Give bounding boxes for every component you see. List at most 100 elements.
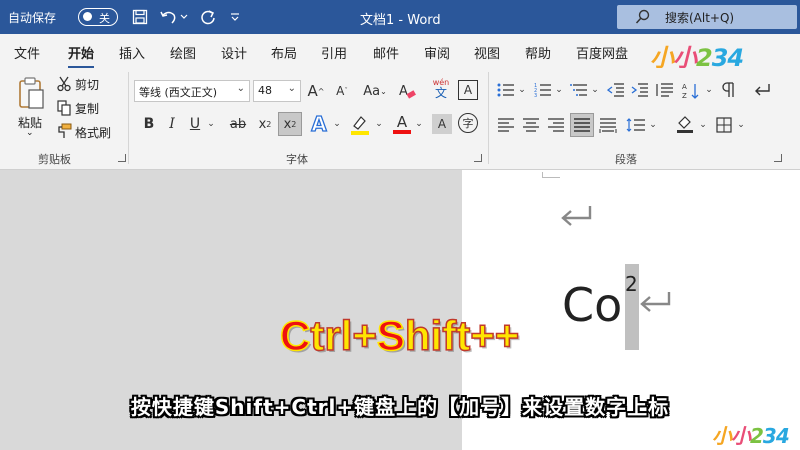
shortcut-part-1: C <box>279 311 311 360</box>
chinese-layout-icon[interactable] <box>654 80 676 100</box>
customize-toolbar-icon[interactable] <box>228 7 242 27</box>
shading-icon[interactable] <box>674 113 696 135</box>
multilevel-list-icon[interactable] <box>569 80 589 100</box>
underline-dropdown-icon[interactable]: ⌄ <box>206 114 216 134</box>
cut-label[interactable]: 剪切 <box>75 76 99 93</box>
line-break-icon[interactable] <box>752 80 774 100</box>
show-marks-icon[interactable] <box>718 80 740 100</box>
subscript-icon[interactable]: x2 <box>254 114 276 134</box>
borders-icon[interactable] <box>714 115 734 135</box>
sort-dropdown-icon[interactable]: ⌄ <box>704 80 714 100</box>
tab-help[interactable]: 帮助 <box>525 43 551 62</box>
copy-icon[interactable] <box>56 100 72 116</box>
superscript-button[interactable]: x2 <box>278 112 302 136</box>
cut-icon[interactable] <box>56 76 72 92</box>
tab-references[interactable]: 引用 <box>321 43 347 62</box>
clipboard-group-label: 剪贴板 <box>38 153 71 166</box>
font-size-dropdown[interactable]: 48 ⌄ <box>253 80 301 102</box>
tab-design[interactable]: 设计 <box>221 43 247 62</box>
undo-dropdown-icon[interactable] <box>178 7 190 27</box>
ribbon: 粘贴 ⌄ 剪切 复制 格式刷 剪贴板 等线 (西文正文) ⌄ 48 ⌄ A ^ Aˇ … <box>0 68 800 170</box>
align-left-icon[interactable] <box>496 115 516 135</box>
document-text[interactable]: Co <box>562 278 622 332</box>
shortcut-part-3: S <box>376 311 406 360</box>
shortcut-part-2: trl+ <box>310 311 378 360</box>
tab-draw[interactable]: 绘图 <box>170 43 196 62</box>
paste-icon[interactable] <box>14 74 48 112</box>
tab-layout[interactable]: 布局 <box>271 43 297 62</box>
change-case-icon[interactable]: Aa ⌄ <box>360 80 390 102</box>
line-spacing-dropdown-icon[interactable]: ⌄ <box>648 115 658 135</box>
format-painter-icon[interactable] <box>56 123 72 139</box>
tab-home[interactable]: 开始 <box>68 43 95 69</box>
clipboard-launcher-icon[interactable] <box>118 154 126 162</box>
enclose-characters-icon[interactable]: 字 <box>458 113 478 133</box>
paragraph-mark-icon <box>640 292 671 312</box>
subtitle-caption: 按快捷键Shift+Ctrl+键盘上的【加号】来设置数字上标 <box>130 395 670 419</box>
font-size-value: 48 <box>258 84 272 97</box>
grow-font-icon[interactable]: A ^ <box>304 80 328 102</box>
document-superscript[interactable]: 2 <box>625 272 638 296</box>
shortcut-part-4: hift++ <box>404 311 520 360</box>
increase-indent-icon[interactable] <box>630 80 650 100</box>
strikethrough-icon[interactable]: ab <box>226 114 250 134</box>
clear-formatting-icon[interactable]: A <box>396 80 418 102</box>
tab-mailings[interactable]: 邮件 <box>373 43 399 62</box>
tab-file[interactable]: 文件 <box>14 43 40 62</box>
distributed-align-icon[interactable] <box>598 115 618 135</box>
paste-dropdown-icon[interactable]: ⌄ <box>26 128 34 138</box>
separator <box>128 72 129 164</box>
search-box[interactable]: 搜索(Alt+Q) <box>617 5 797 29</box>
shading-dropdown-icon[interactable]: ⌄ <box>698 115 708 135</box>
character-shading-icon[interactable]: A <box>432 114 452 134</box>
font-group-label: 字体 <box>286 153 308 166</box>
character-border-icon[interactable]: A <box>458 80 478 100</box>
tab-baidu-netdisk[interactable]: 百度网盘 <box>576 43 628 62</box>
tab-insert[interactable]: 插入 <box>119 43 145 62</box>
font-launcher-icon[interactable] <box>474 154 482 162</box>
svg-text:Z: Z <box>682 92 687 100</box>
autosave-toggle[interactable]: 关 <box>78 8 118 26</box>
sort-icon[interactable]: AZ <box>680 80 702 102</box>
underline-icon[interactable]: U <box>186 114 204 134</box>
numbering-icon[interactable]: 123 <box>533 80 553 100</box>
text-effects-icon[interactable]: A <box>308 111 330 136</box>
bold-icon[interactable]: B <box>140 114 158 134</box>
ribbon-tabs: 文件 开始 插入 绘图 设计 布局 引用 邮件 审阅 视图 帮助 百度网盘 小小… <box>0 34 800 72</box>
shortcut-overlay: Ctrl+Shift++ <box>279 311 520 360</box>
format-painter-label[interactable]: 格式刷 <box>75 124 111 141</box>
decrease-indent-icon[interactable] <box>606 80 626 100</box>
numbering-dropdown-icon[interactable]: ⌄ <box>554 80 564 100</box>
font-color-icon[interactable]: A <box>390 112 414 136</box>
paragraph-launcher-icon[interactable] <box>774 154 782 162</box>
svg-text:A: A <box>399 84 408 99</box>
bullets-dropdown-icon[interactable]: ⌄ <box>517 80 527 100</box>
borders-dropdown-icon[interactable]: ⌄ <box>736 115 746 135</box>
font-color-dropdown-icon[interactable]: ⌄ <box>414 114 424 134</box>
paragraph-group-label: 段落 <box>615 153 637 166</box>
line-spacing-icon[interactable] <box>626 115 646 135</box>
phonetic-guide-icon[interactable]: wén 文 <box>428 76 454 102</box>
redo-icon[interactable] <box>198 7 218 27</box>
highlight-dropdown-icon[interactable]: ⌄ <box>374 114 384 134</box>
font-name-dropdown[interactable]: 等线 (西文正文) ⌄ <box>134 80 250 102</box>
tab-review[interactable]: 审阅 <box>424 43 450 62</box>
copy-label[interactable]: 复制 <box>75 100 99 117</box>
highlight-icon[interactable] <box>348 112 372 136</box>
bullets-icon[interactable] <box>496 80 516 100</box>
autosave-state: 关 <box>99 12 110 25</box>
italic-icon[interactable]: I <box>163 114 181 134</box>
tab-view[interactable]: 视图 <box>474 43 500 62</box>
multilevel-dropdown-icon[interactable]: ⌄ <box>590 80 600 100</box>
toggle-knob <box>83 12 92 21</box>
undo-icon[interactable] <box>158 7 178 27</box>
justify-button[interactable] <box>570 113 594 137</box>
svg-text:A: A <box>682 83 687 91</box>
watermark-logo-bottom: 小小234 <box>712 424 790 448</box>
text-effects-dropdown-icon[interactable]: ⌄ <box>332 114 342 134</box>
shrink-font-icon[interactable]: Aˇ <box>330 80 354 102</box>
save-icon[interactable] <box>130 7 150 27</box>
autosave-label: 自动保存 <box>8 11 57 25</box>
align-right-icon[interactable] <box>546 115 566 135</box>
align-center-icon[interactable] <box>521 115 541 135</box>
